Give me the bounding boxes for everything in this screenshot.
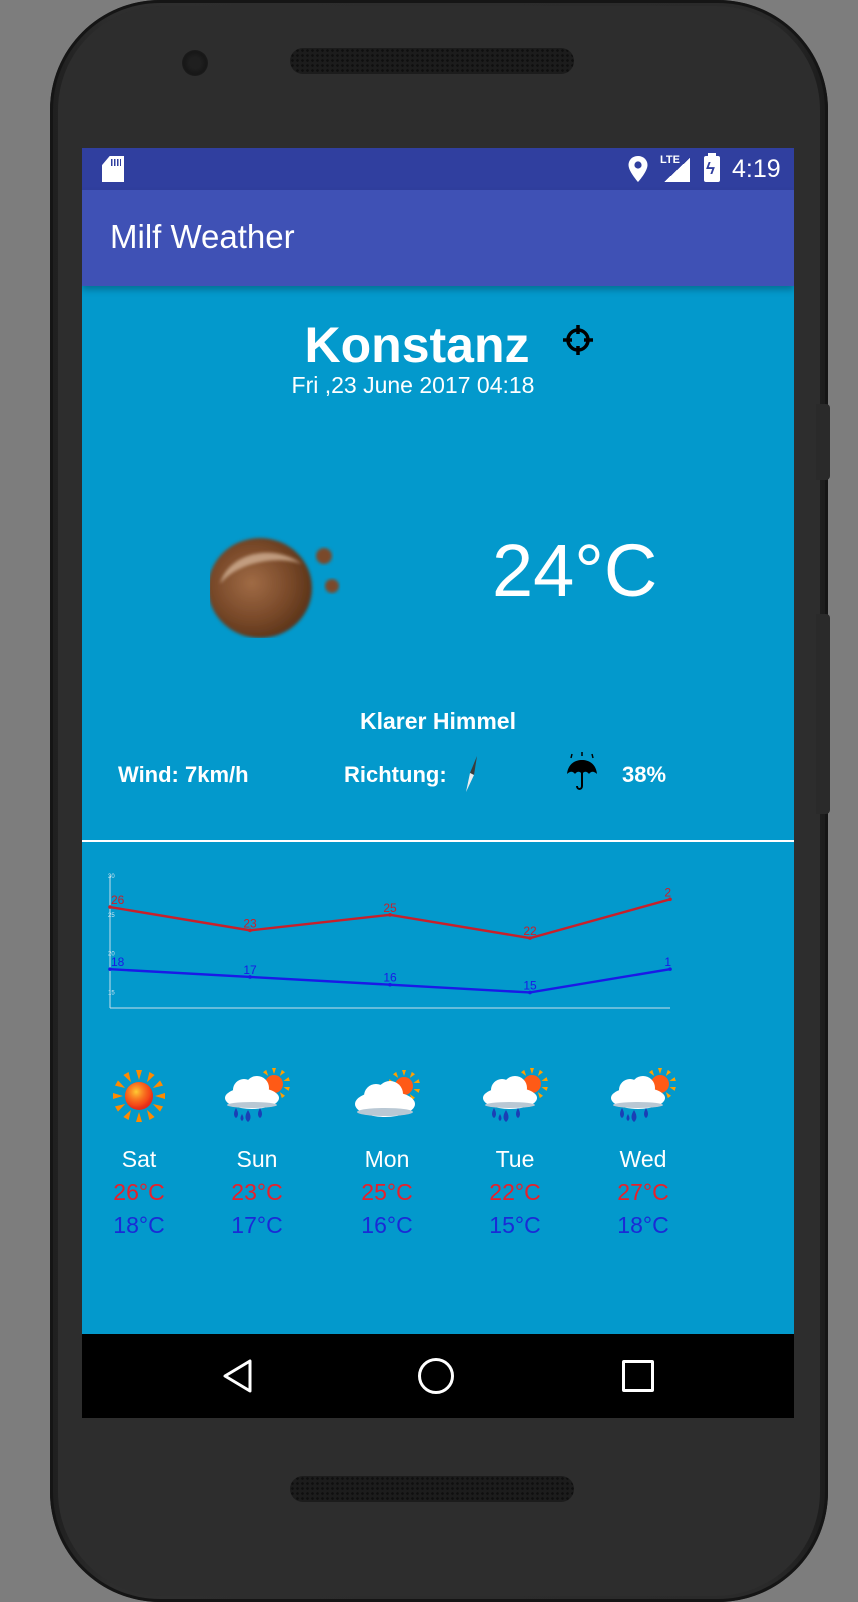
forecast-day: Sat 26°C 18°C bbox=[84, 1068, 194, 1239]
forecast-min-temp: 17°C bbox=[231, 1212, 283, 1238]
rain-probability: 38% bbox=[622, 762, 667, 787]
forecast-day-label: Sun bbox=[236, 1146, 278, 1172]
city-name: Konstanz bbox=[82, 316, 794, 374]
battery-charging-icon: ϟ bbox=[704, 153, 720, 182]
status-bar: LTE ϟ 4:19 bbox=[82, 148, 794, 190]
rain-sun-icon bbox=[480, 1068, 550, 1124]
app-title: Milf Weather bbox=[110, 218, 295, 255]
chart-max-data-label: 2 bbox=[664, 885, 671, 899]
wind-direction-label: Richtung: bbox=[344, 762, 447, 787]
forecast-day: Sun 23°C 17°C bbox=[202, 1068, 312, 1239]
recent-apps-nav-icon[interactable] bbox=[622, 1360, 654, 1392]
forecast-min-temp: 18°C bbox=[617, 1212, 669, 1238]
forecast-row: Sat 26°C 18°C Sun 23°C 17°C Mon 25°C 16°C Tue 22°C… bbox=[82, 1068, 794, 1248]
chart-max-data-label: 26 bbox=[111, 893, 125, 907]
volume-button bbox=[816, 614, 830, 814]
chart-min-data-label: 17 bbox=[243, 963, 257, 977]
cloud-sun-icon bbox=[352, 1068, 422, 1124]
device-screen: LTE ϟ 4:19 Milf Weather Konstanz Fri ,23… bbox=[82, 148, 794, 1418]
section-divider bbox=[82, 840, 794, 842]
forecast-day: Mon 25°C 16°C bbox=[332, 1068, 442, 1239]
app-bar: Milf Weather bbox=[82, 190, 794, 286]
chart-max-data-label: 25 bbox=[383, 901, 397, 915]
back-nav-icon[interactable] bbox=[222, 1358, 254, 1394]
rain-sun-icon bbox=[608, 1068, 678, 1124]
sun-icon bbox=[104, 1068, 174, 1124]
umbrella-rain-icon bbox=[567, 752, 597, 790]
forecast-max-temp: 25°C bbox=[361, 1179, 413, 1205]
forecast-min-temp: 16°C bbox=[361, 1212, 413, 1238]
clear-night-moon-icon bbox=[210, 538, 339, 638]
rain-sun-icon bbox=[222, 1068, 292, 1124]
chart-min-data-label: 18 bbox=[111, 955, 125, 969]
temperature-chart: 30252015262325222181716151 bbox=[108, 874, 672, 1009]
forecast-max-temp: 22°C bbox=[489, 1179, 541, 1205]
forecast-min-temp: 15°C bbox=[489, 1212, 541, 1238]
chart-y-tick-label: 15 bbox=[108, 990, 115, 996]
wind-direction-needle-icon bbox=[466, 756, 477, 792]
bottom-speaker bbox=[290, 1476, 574, 1502]
forecast-day-label: Mon bbox=[364, 1146, 410, 1172]
status-clock: 4:19 bbox=[732, 155, 781, 183]
sd-card-icon bbox=[102, 156, 124, 182]
chart-max-data-label: 22 bbox=[523, 924, 537, 938]
date-time: Fri ,23 June 2017 04:18 bbox=[291, 372, 535, 398]
chart-y-tick-label: 25 bbox=[108, 913, 115, 919]
location-icon bbox=[628, 156, 648, 182]
chart-min-data-label: 16 bbox=[383, 971, 397, 985]
chart-min-data-label: 15 bbox=[523, 978, 537, 992]
forecast-max-temp: 26°C bbox=[113, 1179, 165, 1205]
home-nav-icon[interactable] bbox=[418, 1358, 454, 1394]
chart-y-tick-label: 30 bbox=[108, 874, 115, 880]
forecast-max-temp: 23°C bbox=[231, 1179, 283, 1205]
navigation-bar bbox=[82, 1334, 794, 1418]
locate-crosshair-icon[interactable] bbox=[562, 324, 594, 356]
wind-speed: Wind: 7km/h bbox=[118, 762, 249, 787]
current-temperature: 24°C bbox=[492, 529, 658, 612]
city-label: Konstanz bbox=[304, 317, 530, 373]
weather-description: Klarer Himmel bbox=[360, 708, 516, 734]
forecast-day-label: Tue bbox=[495, 1146, 535, 1172]
forecast-min-temp: 18°C bbox=[113, 1212, 165, 1238]
forecast-day-label: Sat bbox=[121, 1146, 157, 1172]
forecast-day: Wed 27°C 18°C bbox=[588, 1068, 698, 1239]
forecast-day: Tue 22°C 15°C bbox=[460, 1068, 570, 1239]
chart-min-data-label: 1 bbox=[664, 955, 671, 969]
top-speaker bbox=[290, 48, 574, 74]
forecast-day-label: Wed bbox=[619, 1146, 667, 1172]
front-camera bbox=[182, 50, 208, 76]
chart-max-data-label: 23 bbox=[243, 916, 257, 930]
signal-icon bbox=[664, 158, 690, 182]
forecast-max-temp: 27°C bbox=[617, 1179, 669, 1205]
power-button bbox=[816, 404, 830, 480]
